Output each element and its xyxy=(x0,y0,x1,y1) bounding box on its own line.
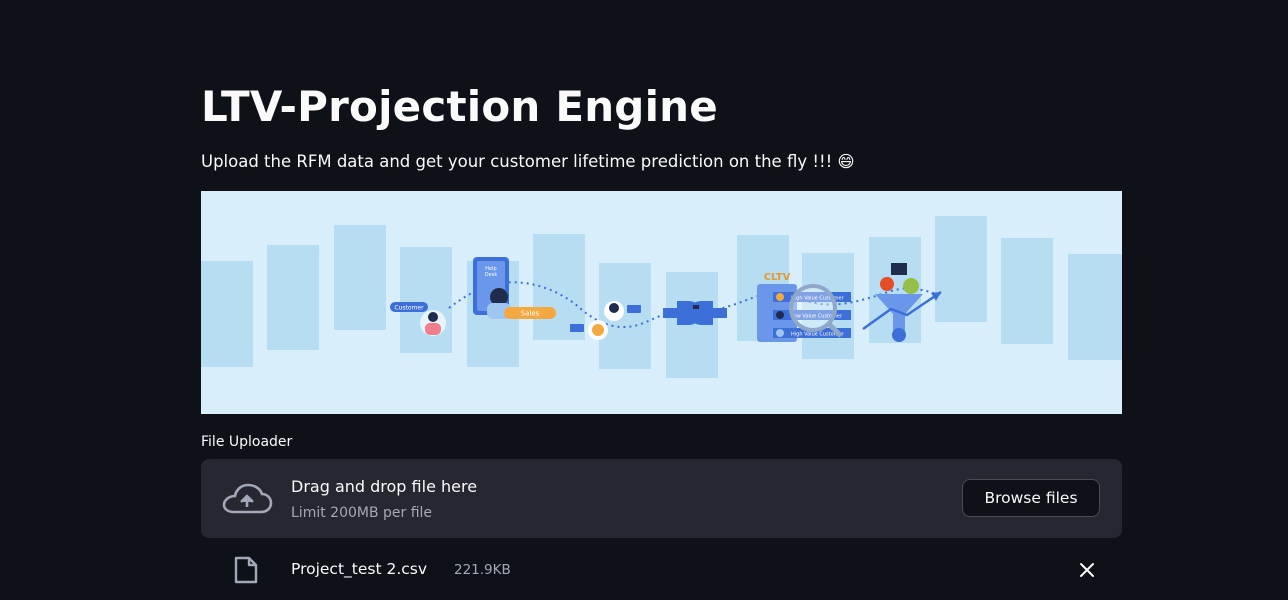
banner-background-bars xyxy=(201,216,1122,378)
dropzone-limit-text: Limit 200MB per file xyxy=(291,505,433,521)
cloud-upload-icon xyxy=(222,483,273,514)
page-subtitle: Upload the RFM data and get your custome… xyxy=(201,152,855,171)
page-title: LTV-Projection Engine xyxy=(201,82,718,131)
banner-illustration: Customer Help Desk Sales CLTV High Value… xyxy=(201,191,1122,414)
browse-files-button[interactable]: Browse files xyxy=(962,479,1100,517)
sales-label: Sales xyxy=(521,310,540,318)
file-dropzone[interactable]: Drag and drop file here Limit 200MB per … xyxy=(201,459,1122,538)
main-content: LTV-Projection Engine Upload the RFM dat… xyxy=(201,0,1122,600)
cltv-label: CLTV xyxy=(764,272,791,283)
file-icon xyxy=(234,556,258,584)
customer-label: Customer xyxy=(394,305,424,312)
file-uploader-label: File Uploader xyxy=(201,434,293,450)
dropzone-title: Drag and drop file here xyxy=(291,477,478,496)
help-desk-label-2: Desk xyxy=(485,272,498,278)
uploaded-file-row: Project_test 2.csv 221.9KB xyxy=(201,550,1122,590)
uploaded-file-name: Project_test 2.csv xyxy=(291,560,428,578)
remove-file-button[interactable] xyxy=(1073,556,1101,584)
uploaded-file-size: 221.9KB xyxy=(454,562,511,578)
close-icon xyxy=(1080,563,1094,577)
